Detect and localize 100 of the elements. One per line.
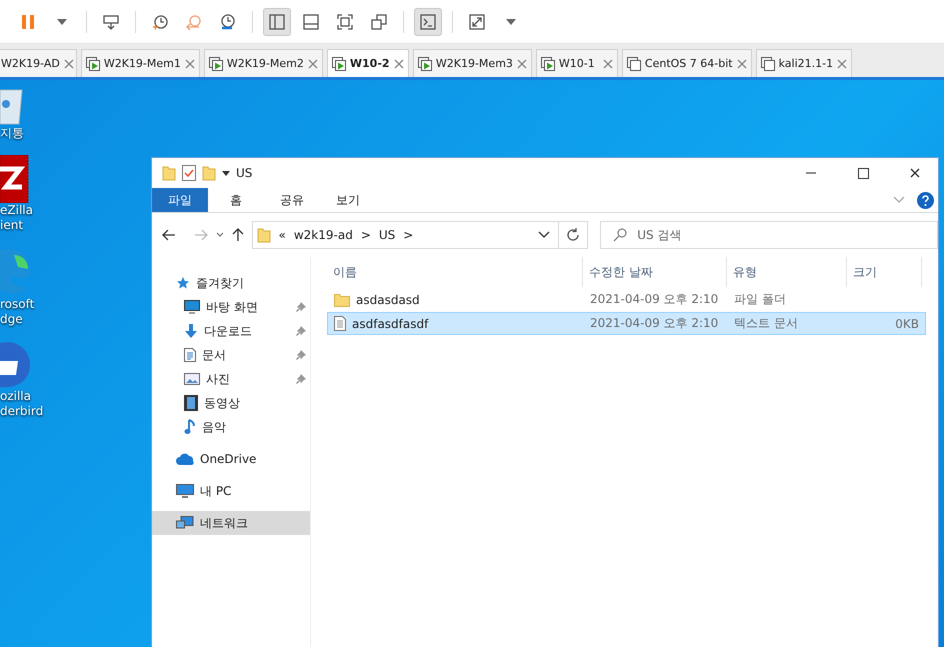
close-icon (394, 58, 404, 68)
toolbar-button[interactable] (263, 8, 291, 36)
vm-tab[interactable]: W2K19-AD (0, 49, 77, 77)
vm-tab[interactable]: W2K19-Mem3 (412, 49, 532, 77)
running-vm-icon (418, 56, 432, 70)
file-name: asdasdasd (356, 292, 420, 306)
desktop-icon-label: eZilla ient (0, 203, 33, 233)
vm-tab[interactable]: CentOS 7 64-bit (622, 49, 752, 77)
chevron-down-icon (216, 232, 224, 238)
forward-arrow-icon (194, 229, 208, 241)
column-header[interactable]: 이름 (327, 257, 583, 287)
breadcrumb[interactable]: w2k19-ad (294, 228, 353, 242)
vm-tab[interactable]: kali21.1-1 (756, 49, 852, 77)
chevron-down-icon (893, 196, 905, 204)
folder-icon (334, 292, 350, 306)
star-icon (176, 276, 190, 290)
vm-tab[interactable]: W10-2 (326, 49, 409, 77)
toolbar-button[interactable] (414, 8, 442, 36)
breadcrumb-separator[interactable]: > (360, 228, 371, 242)
column-header[interactable]: 크기 (847, 257, 922, 287)
nav-item[interactable]: 바탕 화면 (152, 295, 310, 319)
breadcrumb[interactable]: US (378, 228, 396, 242)
running-vm-icon (540, 56, 555, 70)
network-folder-icon (256, 227, 271, 243)
ribbon-tab[interactable]: 보기 (320, 188, 376, 212)
close-icon (516, 58, 527, 68)
clock-icon (151, 12, 169, 30)
close-icon (184, 58, 195, 68)
nav-item[interactable]: 문서 (152, 343, 310, 367)
ribbon-tab[interactable]: 홈 (208, 188, 264, 212)
back-arrow-icon (162, 229, 176, 241)
fullscreen-icon (336, 12, 354, 30)
maximize-icon (858, 168, 868, 178)
vm-tab[interactable]: W2K19-Mem1 (80, 49, 200, 77)
column-header[interactable]: 수정한 날짜 (583, 257, 727, 287)
network-icon (176, 516, 194, 530)
desktop-icon-label: rosoft dge (0, 297, 34, 327)
breadcrumb-overflow[interactable]: « (278, 228, 286, 242)
help-icon (917, 192, 934, 208)
close-icon (308, 58, 318, 68)
music-note-icon (184, 419, 196, 435)
vm-icon (760, 56, 775, 70)
expand-icon (468, 12, 486, 30)
caret-icon (222, 169, 230, 177)
text-file-icon (334, 316, 346, 331)
nav-item[interactable]: 음악 (152, 415, 310, 439)
refresh-icon (566, 228, 580, 242)
cloud-icon (176, 453, 194, 465)
close-icon (837, 58, 848, 68)
address-bar[interactable]: « w2k19-ad > US > (252, 221, 559, 249)
terminal-icon (419, 12, 437, 30)
nav-item[interactable]: 동영상 (152, 391, 310, 415)
up-arrow-icon (232, 228, 244, 242)
running-vm-icon (208, 56, 223, 70)
caret-icon (57, 18, 67, 24)
close-icon (910, 168, 920, 178)
file-row[interactable]: asdfasdfasdf 2021-04-09 오후 2:10 텍스트 문서 0KB (327, 312, 926, 335)
vm-icon (626, 56, 641, 70)
running-vm-icon (332, 56, 346, 70)
nav-item[interactable]: 사진 (152, 367, 310, 391)
file-type: 파일 폴더 (734, 291, 786, 308)
file-date: 2021-04-09 오후 2:10 (590, 315, 718, 332)
folder-icon (202, 165, 216, 181)
overlapping-windows-icon (370, 12, 388, 30)
picture-icon (184, 373, 200, 385)
minimize-icon (806, 172, 816, 174)
breadcrumb-separator[interactable]: > (403, 228, 414, 242)
search-field[interactable]: US 검색 (600, 221, 938, 249)
sidebar-layout-icon (268, 12, 286, 30)
vm-tab[interactable]: W10-1 (536, 49, 618, 77)
ribbon-tab[interactable]: 공유 (264, 188, 320, 212)
file-row[interactable]: asdasdasd 2021-04-09 오후 2:10 파일 폴더 (327, 288, 926, 311)
nav-item[interactable]: 네트워크 (152, 511, 310, 535)
search-icon (613, 228, 628, 242)
bottom-panel-layout-icon (302, 12, 320, 30)
refresh-button[interactable] (558, 221, 588, 249)
ribbon-tab[interactable]: 파일 (152, 188, 208, 212)
pin-icon (296, 326, 306, 336)
document-icon (184, 348, 196, 362)
pause-icon (19, 12, 37, 30)
file-type: 텍스트 문서 (734, 315, 798, 332)
filezilla-logo-icon (0, 155, 30, 203)
file-name: asdfasdfasdf (352, 316, 428, 330)
close-icon (736, 58, 747, 68)
column-header[interactable]: 유형 (727, 257, 847, 287)
vm-tab[interactable]: W2K19-Mem2 (204, 49, 323, 77)
down-arrow-icon (184, 324, 198, 338)
close-icon (64, 58, 74, 68)
pin-icon (296, 302, 306, 312)
film-icon (184, 395, 198, 411)
nav-item[interactable]: 내 PC (152, 479, 310, 503)
pin-icon (296, 374, 306, 384)
file-date: 2021-04-09 오후 2:10 (590, 291, 718, 308)
desktop-icon-label: 지통 (0, 126, 24, 141)
nav-item[interactable]: OneDrive (152, 447, 310, 471)
nav-item[interactable]: 즐겨찾기 (152, 271, 310, 295)
monitor-icon (184, 300, 200, 314)
monitor-icon (176, 484, 194, 498)
nav-item[interactable]: 다운로드 (152, 319, 310, 343)
running-vm-icon (86, 56, 100, 70)
